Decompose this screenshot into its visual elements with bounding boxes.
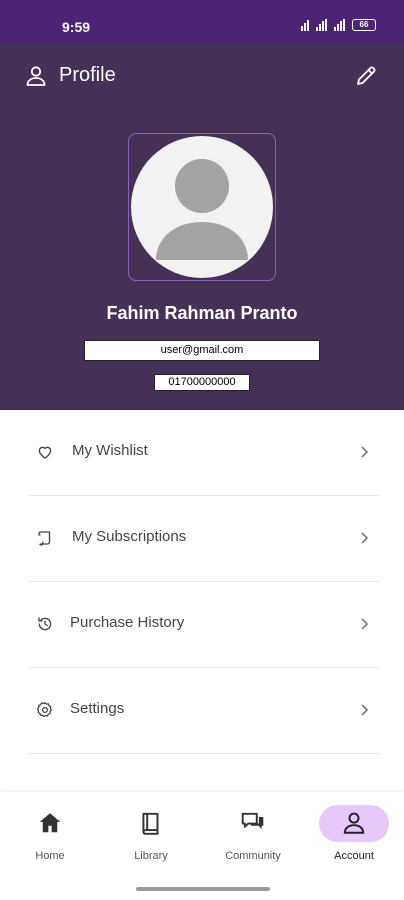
home-icon [39,813,61,833]
nav-label: Account [334,850,374,862]
chevron-right-icon [361,704,369,716]
avatar-placeholder-icon [156,159,248,260]
menu-item-subscriptions[interactable]: My Subscriptions [28,496,380,582]
nav-item-library[interactable]: Library [111,804,191,864]
status-icons: 66 [301,19,376,31]
heart-icon [38,446,52,459]
book-icon [142,812,159,835]
menu-item-settings[interactable]: Settings [28,668,380,754]
menu-item-wishlist[interactable]: My Wishlist [28,410,380,496]
bottom-navigation: Home Library Community Account [0,792,404,900]
chevron-right-icon [361,446,369,458]
battery-icon: 66 [352,19,376,31]
history-icon [38,617,52,631]
subscriptions-icon [38,531,51,546]
user-name: Fahim Rahman Pranto [106,303,298,323]
menu-item-label: My Subscriptions [72,528,187,545]
nav-item-home[interactable]: Home [10,804,90,864]
nav-label: Library [134,850,168,862]
gear-icon [36,702,53,718]
person-icon [343,812,365,834]
nav-label: Community [225,850,281,862]
nav-label: Home [35,850,65,862]
user-email: user@gmail.com [84,340,320,361]
cell-signal-icon [334,19,345,31]
avatar [131,136,273,278]
chat-icon [241,812,264,829]
avatar-frame[interactable] [128,133,276,281]
chevron-right-icon [361,618,369,630]
network-signal-icon [301,19,309,31]
nav-item-account[interactable]: Account [314,804,394,864]
menu-item-label: My Wishlist [72,442,148,459]
user-phone: 01700000000 [154,374,250,391]
profile-header: Profile Fahim Rahman Pranto user@gmail.c… [0,44,404,410]
wifi-signal-icon [316,19,327,31]
home-indicator[interactable] [136,887,270,891]
nav-item-community[interactable]: Community [213,804,293,864]
chevron-right-icon [361,532,369,544]
status-time: 9:59 [62,19,91,35]
status-bar: 9:59 66 [0,0,404,44]
edit-pencil-icon[interactable] [354,64,378,88]
menu-item-label: Purchase History [70,614,185,631]
menu-item-label: Settings [70,700,125,717]
page-title: Profile [59,64,116,86]
menu-item-purchase-history[interactable]: Purchase History [28,582,380,668]
person-icon [26,66,46,86]
